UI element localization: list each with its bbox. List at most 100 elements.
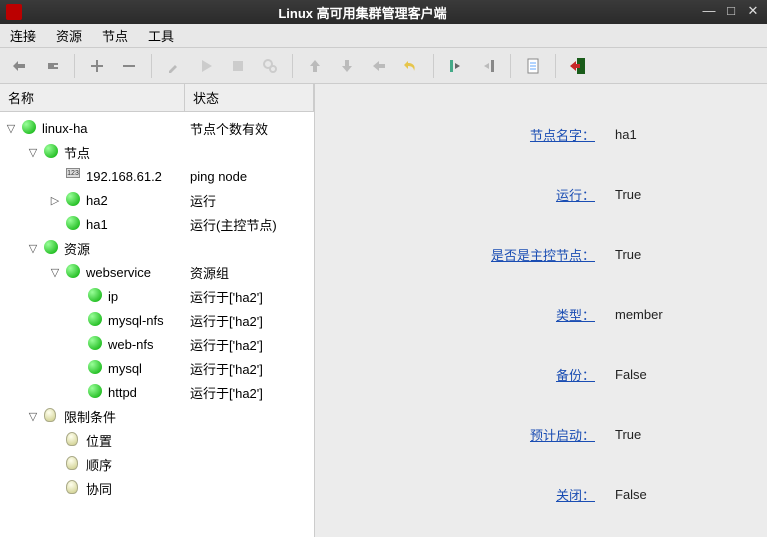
property-label[interactable]: 类型： [315,305,615,324]
add-icon[interactable] [83,52,111,80]
plug-icon[interactable] [38,52,66,80]
minimize-button[interactable]: — [701,4,717,20]
property-label[interactable]: 节点名字： [315,125,615,144]
tree-node-status: 运行于['ha2'] [190,383,263,402]
toolbar-separator [74,54,75,78]
status-dot-icon [66,264,82,280]
property-value: False [615,367,647,382]
toolbar-separator [292,54,293,78]
tree-toggle[interactable]: ▽ [26,410,40,423]
tree-row[interactable]: mysql-nfs 运行于['ha2'] [0,308,314,332]
remove-icon[interactable] [115,52,143,80]
bulb-icon [66,432,82,448]
property-row: 关闭：False [315,464,767,524]
tree-row[interactable]: ▷ha2运行 [0,188,314,212]
tree-node-status: 运行于['ha2'] [190,311,263,330]
property-row: 备份：False [315,344,767,404]
tree-node-name: 顺序 [86,455,112,474]
toolbar-separator [433,54,434,78]
tree-node-status: 资源组 [190,263,229,282]
property-value: False [615,487,647,502]
tree-node-status: 运行 [190,191,216,210]
property-label[interactable]: 运行： [315,185,615,204]
tree-row[interactable]: 位置 [0,428,314,452]
tree-row[interactable]: mysql运行于['ha2'] [0,356,314,380]
tree-row[interactable]: 协同 [0,476,314,500]
property-label[interactable]: 关闭： [315,485,615,504]
tree-row[interactable]: ▽webservice资源组 [0,260,314,284]
property-row: 是否是主控节点：True [315,224,767,284]
property-value: True [615,247,641,262]
align-right-icon[interactable] [474,52,502,80]
menu-connect[interactable]: 连接 [6,24,40,47]
tree-node-status: 运行于['ha2'] [190,335,263,354]
down-icon[interactable] [333,52,361,80]
play-icon[interactable] [192,52,220,80]
tree-node-name: linux-ha [42,121,88,136]
menu-node[interactable]: 节点 [98,24,132,47]
property-label[interactable]: 是否是主控节点： [315,245,615,264]
tree-toggle[interactable]: ▽ [48,266,62,279]
tree-row[interactable]: ip运行于['ha2'] [0,284,314,308]
property-value: ha1 [615,127,637,142]
tree-node-status: 节点个数有效 [190,119,268,138]
tree-row[interactable]: ▽限制条件 [0,404,314,428]
bulb-icon [66,456,82,472]
tree: ▽linux-ha节点个数有效▽节点123192.168.61.2ping no… [0,112,314,504]
align-left-icon[interactable] [442,52,470,80]
tree-row[interactable]: ▽资源 [0,236,314,260]
tree-row[interactable]: 123192.168.61.2ping node [0,164,314,188]
tree-node-name: httpd [108,385,137,400]
property-value: member [615,307,663,322]
stop-icon[interactable] [224,52,252,80]
left-icon[interactable] [365,52,393,80]
menubar: 连接 资源 节点 工具 [0,24,767,48]
tree-toggle[interactable]: ▽ [4,122,18,135]
brush-icon[interactable] [160,52,188,80]
tree-toggle[interactable]: ▷ [48,194,62,207]
gears-icon[interactable] [256,52,284,80]
tree-row[interactable]: httpd 运行于['ha2'] [0,380,314,404]
tree-headers: 名称 状态 [0,84,314,112]
undo-icon[interactable] [397,52,425,80]
tree-toggle[interactable]: ▽ [26,242,40,255]
tree-node-status: ping node [190,169,247,184]
connect-icon[interactable] [6,52,34,80]
tree-row[interactable]: ▽ linux-ha 节点个数有效 [0,116,314,140]
tree-row[interactable]: 顺序 [0,452,314,476]
header-name[interactable]: 名称 [0,84,185,111]
property-value: True [615,427,641,442]
status-dot-icon [88,360,104,376]
bulb-icon [44,408,60,424]
property-value: True [615,187,641,202]
status-dot-icon [88,336,104,352]
bulb-icon [66,480,82,496]
menu-resource[interactable]: 资源 [52,24,86,47]
up-icon[interactable] [301,52,329,80]
titlebar: Linux 高可用集群管理客户端 — □ ✕ [0,0,767,24]
status-dot-icon [88,384,104,400]
tree-node-status: 运行于['ha2'] [190,287,263,306]
status-dot-icon [66,216,82,232]
tree-node-name: mysql-nfs [108,313,164,328]
toolbar-separator [555,54,556,78]
app-icon [6,4,22,20]
property-label[interactable]: 预计启动： [315,425,615,444]
header-status[interactable]: 状态 [185,84,314,111]
property-label[interactable]: 备份： [315,365,615,384]
window-title: Linux 高可用集群管理客户端 [30,3,695,22]
menu-tool[interactable]: 工具 [144,24,178,47]
tree-node-name: 192.168.61.2 [86,169,162,184]
tree-row[interactable]: ha1运行(主控节点) [0,212,314,236]
maximize-button[interactable]: □ [723,4,739,20]
doc-icon[interactable] [519,52,547,80]
status-dot-icon [88,312,104,328]
tree-row[interactable]: web-nfs 运行于['ha2'] [0,332,314,356]
left-panel: 名称 状态 ▽linux-ha节点个数有效▽节点123192.168.61.2p… [0,84,315,537]
close-button[interactable]: ✕ [745,4,761,20]
exit-icon[interactable] [564,52,592,80]
toolbar-separator [151,54,152,78]
tree-toggle[interactable]: ▽ [26,146,40,159]
tree-node-name: web-nfs [108,337,154,352]
tree-row[interactable]: ▽节点 [0,140,314,164]
